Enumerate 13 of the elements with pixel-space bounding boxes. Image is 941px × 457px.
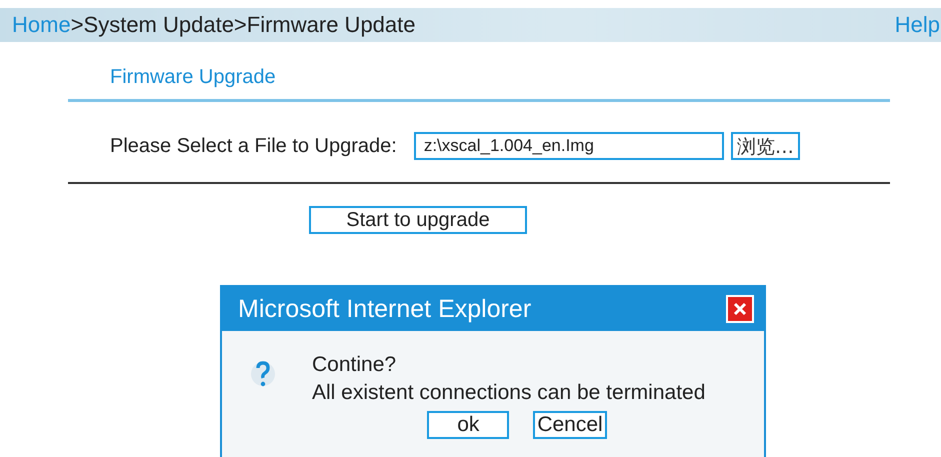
dialog-message: Contine? bbox=[312, 352, 398, 378]
cancel-button[interactable]: Cencel bbox=[533, 411, 607, 439]
file-path-field[interactable]: z:\xscal_1.004_en.Img bbox=[414, 132, 724, 160]
breadcrumb-text: >System Update>Firmware Update bbox=[70, 12, 416, 38]
dialog-message: All existent connections can be terminated bbox=[312, 380, 706, 406]
field-label: Please Select a File to Upgrade: bbox=[110, 134, 397, 158]
close-icon bbox=[732, 301, 748, 317]
browse-button[interactable]: 浏览… bbox=[730, 132, 800, 160]
section-title: Firmware Upgrade bbox=[110, 66, 277, 89]
start-upgrade-button[interactable]: Start to upgrade bbox=[309, 206, 527, 234]
dialog-title: Microsoft Internet Explorer bbox=[238, 294, 532, 324]
ok-button[interactable]: ok bbox=[427, 411, 510, 439]
close-button[interactable] bbox=[726, 295, 754, 323]
